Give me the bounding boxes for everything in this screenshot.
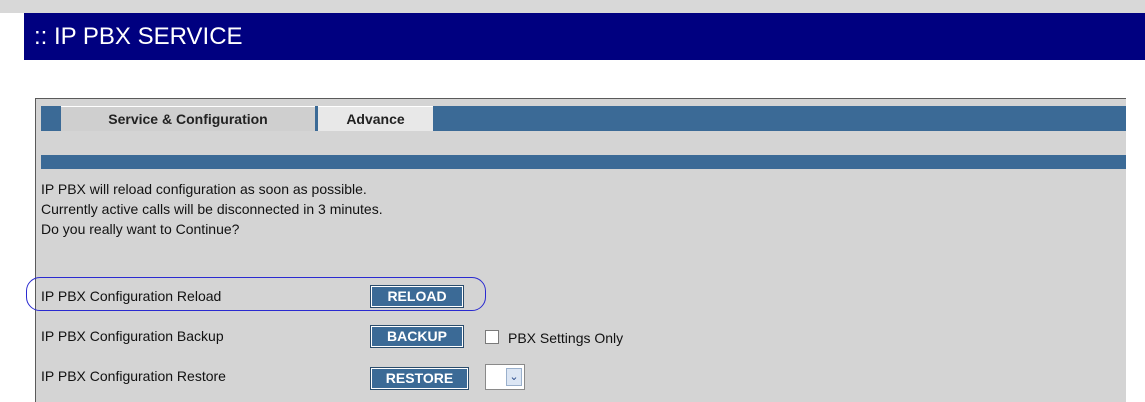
tab-service-configuration[interactable]: Service & Configuration — [61, 106, 315, 131]
page-header: :: IP PBX SERVICE — [24, 13, 1145, 60]
service-panel: Service & Configuration Advance IP PBX w… — [26, 98, 1126, 402]
message-line: Do you really want to Continue? — [41, 221, 240, 237]
pbx-settings-only-label: PBX Settings Only — [508, 330, 624, 346]
top-strip — [0, 0, 1145, 13]
reload-highlight-outline — [26, 277, 486, 311]
page-title: :: IP PBX SERVICE — [34, 23, 243, 50]
message-line: IP PBX will reload configuration as soon… — [41, 181, 367, 197]
tab-advance[interactable]: Advance — [318, 106, 433, 131]
backup-label: IP PBX Configuration Backup — [41, 328, 224, 344]
tab-strip: Service & Configuration Advance — [41, 106, 1126, 131]
message-line: Currently active calls will be disconnec… — [41, 201, 383, 217]
chevron-down-icon[interactable]: ⌄ — [506, 368, 522, 386]
section-divider — [41, 155, 1126, 169]
restore-file-select[interactable]: ⌄ — [485, 364, 525, 390]
backup-button[interactable]: BACKUP — [370, 325, 464, 348]
reload-warning-message: IP PBX will reload configuration as soon… — [41, 179, 383, 239]
restore-label: IP PBX Configuration Restore — [41, 368, 226, 384]
pbx-settings-only-checkbox[interactable] — [485, 330, 499, 344]
restore-button[interactable]: RESTORE — [370, 367, 469, 390]
